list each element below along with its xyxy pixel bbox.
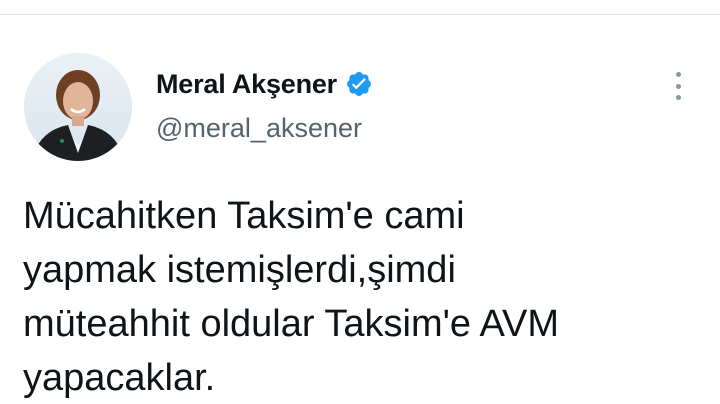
author-block[interactable]: Meral Akşener @meral_aksener xyxy=(156,67,373,144)
more-dot xyxy=(675,72,681,77)
more-options-icon[interactable] xyxy=(666,69,690,103)
more-dot xyxy=(675,83,681,89)
verified-badge-icon xyxy=(345,70,373,98)
display-name[interactable]: Meral Akşener xyxy=(156,69,337,100)
name-row: Meral Akşener xyxy=(156,67,373,101)
tweet-text-line: Mücahitken Taksim'e cami xyxy=(23,195,465,237)
avatar[interactable] xyxy=(24,53,132,161)
handle[interactable]: @meral_aksener xyxy=(156,113,373,144)
tweet-text-line: müteahhit oldular Taksim'e AVM xyxy=(23,303,559,345)
tweet-text: Mücahitken Taksim'e cami yapmak istemişl… xyxy=(23,189,703,404)
more-dot xyxy=(675,95,681,100)
tweet-text-line: yapmak istemişlerdi,şimdi xyxy=(23,249,456,291)
tweet[interactable]: Meral Akşener @meral_aksener Mücahitken … xyxy=(0,15,720,404)
tweet-text-line: yapacaklar. xyxy=(23,357,216,399)
